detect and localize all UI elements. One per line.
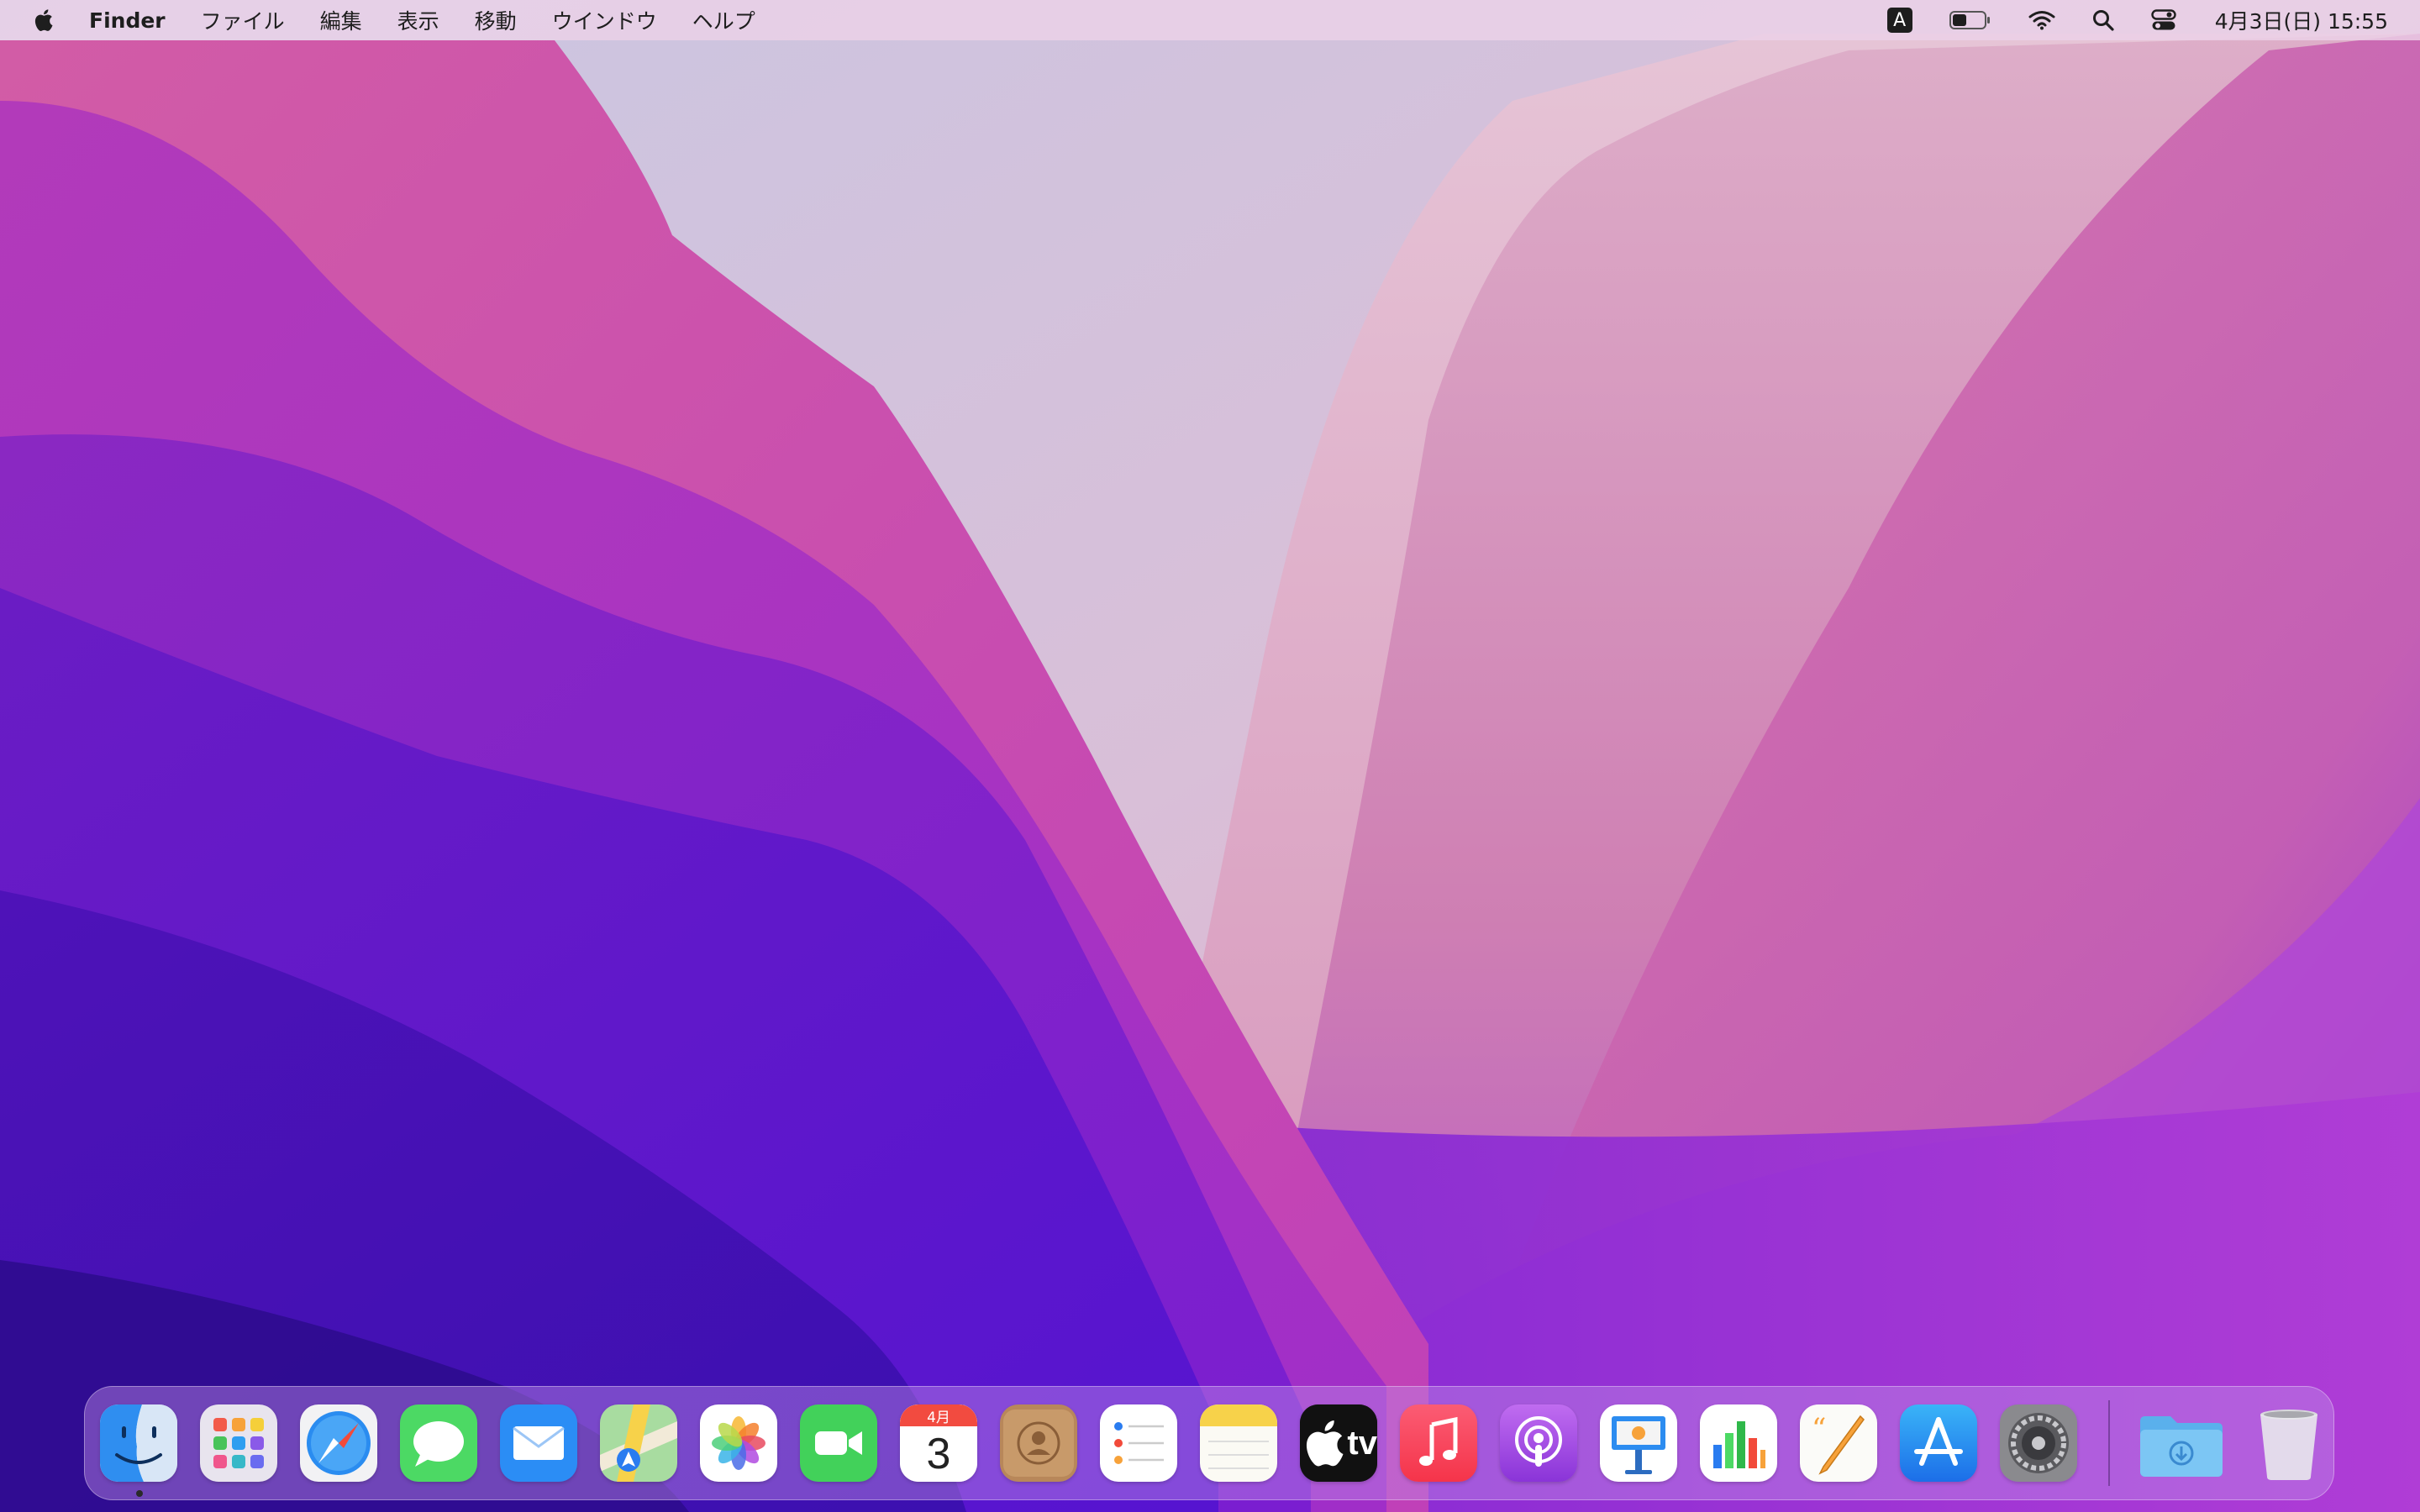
system-preferences-icon [2000,1404,2077,1482]
dock-app-keynote[interactable] [1600,1404,1677,1482]
apple-tv-label: tv [1300,1404,1377,1482]
numbers-icon [1700,1404,1777,1482]
battery-icon[interactable] [1949,0,1991,40]
menu-go[interactable]: 移動 [475,5,517,35]
menu-bar-left: Finder ファイル 編集 表示 移動 ウインドウ ヘルプ [0,0,791,40]
menu-file[interactable]: ファイル [201,5,285,35]
dock-app-system-preferences[interactable] [2000,1404,2077,1482]
apple-tv-text: tv [1347,1424,1377,1462]
dock-app-contacts[interactable] [1000,1404,1077,1482]
control-center-icon[interactable] [2150,0,2176,40]
apple-icon[interactable] [32,7,55,34]
reminders-icon [1100,1404,1177,1482]
dock-separator [2108,1400,2110,1486]
facetime-icon [800,1404,877,1482]
dock-app-photos[interactable] [700,1404,777,1482]
dock-app-pages[interactable]: “ [1800,1404,1877,1482]
calendar-month: 4月 [900,1404,977,1426]
maps-icon [600,1404,677,1482]
messages-icon [400,1404,477,1482]
trash-icon [2260,1410,2317,1480]
music-icon [1400,1404,1477,1482]
notes-icon [1200,1404,1277,1482]
calendar-day: 3 [926,1430,951,1478]
dock-app-app-store[interactable] [1900,1404,1977,1482]
menu-help[interactable]: ヘルプ [692,5,755,35]
dock-app-maps[interactable] [600,1404,677,1482]
svg-text:“: “ [1812,1412,1826,1446]
menu-window[interactable]: ウインドウ [552,5,657,35]
wifi-icon[interactable] [2028,0,2055,40]
menu-bar-clock[interactable]: 4月3日(日) 15:55 [2215,5,2388,35]
photos-icon [700,1404,777,1482]
launchpad-icon [200,1404,277,1482]
dock-app-music[interactable] [1400,1404,1477,1482]
dock-app-safari[interactable] [300,1404,377,1482]
dock-item-downloads[interactable] [2135,1404,2228,1482]
dock-app-reminders[interactable] [1100,1404,1177,1482]
menu-edit[interactable]: 編集 [320,5,362,35]
input-source-icon[interactable]: A [1886,0,1912,40]
dock-app-notes[interactable] [1200,1404,1277,1482]
dock-app-messages[interactable] [400,1404,477,1482]
dock: 4月 3 tv “ [84,1386,2334,1500]
menu-bar-status: A 4月3日(日) 15:55 [1850,0,2420,40]
input-source-label: A [1886,8,1912,33]
dock-app-mail[interactable] [500,1404,577,1482]
menu-view[interactable]: 表示 [397,5,439,35]
menu-bar: Finder ファイル 編集 表示 移動 ウインドウ ヘルプ A 4月3日(日)… [0,0,2420,40]
dock-app-launchpad[interactable] [200,1404,277,1482]
mail-icon [500,1404,577,1482]
keynote-icon [1600,1404,1677,1482]
pages-icon: “ [1800,1404,1877,1482]
spotlight-search-icon[interactable] [2092,0,2114,40]
downloads-folder-icon [2140,1416,2223,1477]
dock-app-numbers[interactable] [1700,1404,1777,1482]
dock-app-tv[interactable]: tv [1300,1404,1377,1482]
app-store-icon [1900,1404,1977,1482]
dock-app-facetime[interactable] [800,1404,877,1482]
dock-app-calendar[interactable]: 4月 3 [900,1404,977,1482]
podcasts-icon [1500,1404,1577,1482]
desktop-wallpaper [0,0,2420,1512]
safari-icon [300,1404,377,1482]
dock-app-podcasts[interactable] [1500,1404,1577,1482]
contacts-icon [1000,1404,1077,1482]
finder-icon [100,1404,177,1482]
dock-app-finder[interactable] [100,1404,177,1497]
dock-item-trash[interactable] [2250,1404,2328,1482]
app-name-menu[interactable]: Finder [89,8,166,33]
running-indicator [136,1490,143,1497]
